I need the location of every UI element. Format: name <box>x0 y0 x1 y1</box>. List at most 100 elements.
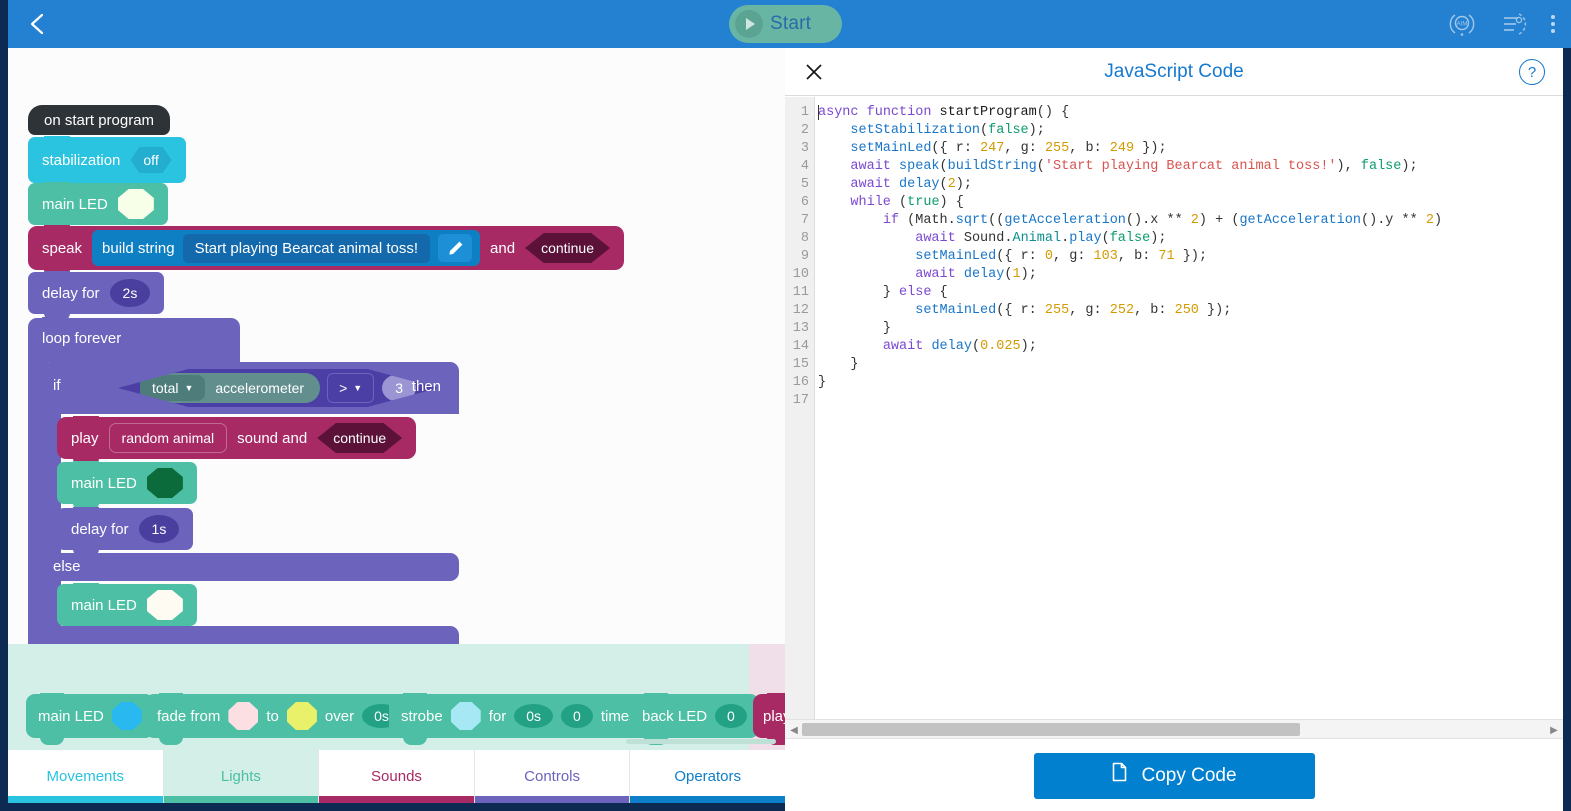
block-canvas[interactable]: on start program stabilization off main … <box>8 48 785 644</box>
line-number: 10 <box>792 267 809 282</box>
aim-icon[interactable]: AIM <box>1447 9 1477 39</box>
block-play-sound[interactable]: play random animal sound and continue <box>57 416 417 466</box>
play-sound-mode[interactable]: continue <box>317 423 403 453</box>
block-delay-2[interactable]: delay for 1s <box>57 507 194 557</box>
code-panel-footer: Copy Code <box>785 740 1563 811</box>
scroll-right-icon[interactable]: ▶ <box>1549 724 1559 736</box>
block-speak[interactable]: speak build string Start playing Bearcat… <box>28 225 624 277</box>
block-loop-forever[interactable]: loop forever <box>28 317 240 362</box>
palette-block-main-led[interactable]: main LED <box>26 693 154 745</box>
delay-value[interactable]: 1s <box>138 515 180 543</box>
color-swatch[interactable] <box>111 702 142 730</box>
sensor-metric-value: total <box>152 380 179 396</box>
palette-block-to-label: to <box>266 707 279 725</box>
line-number: 7 <box>800 213 809 228</box>
block-main-led-2[interactable]: main LED <box>57 461 197 511</box>
condition-operator-block[interactable]: total ▼ accelerometer > ▼ 3 <box>118 369 438 407</box>
block-if-header[interactable]: if total ▼ accelerometer > ▼ 3 then <box>41 361 459 414</box>
copy-code-label: Copy Code <box>1141 764 1237 786</box>
line-number: 8 <box>800 231 809 246</box>
top-toolbar: Start AIM <box>8 0 1571 48</box>
play-icon <box>735 10 763 38</box>
sensor-block[interactable]: total ▼ accelerometer <box>140 373 321 403</box>
arrow-left-icon[interactable] <box>22 7 56 41</box>
scrollbar-thumb[interactable] <box>802 723 1300 736</box>
tab-label: Operators <box>674 768 742 785</box>
palette-block-label: fade from <box>157 707 221 725</box>
tab-lights[interactable]: Lights <box>163 750 320 803</box>
line-number: 3 <box>800 141 809 156</box>
tab-controls[interactable]: Controls <box>474 750 631 803</box>
palette-block-for-label: for <box>488 707 507 725</box>
block-delay-1[interactable]: delay for 2s <box>28 271 165 321</box>
delay-value[interactable]: 2s <box>109 279 151 307</box>
palette-block-strobe[interactable]: strobe for 0s 0 times <box>389 693 649 745</box>
color-swatch[interactable] <box>146 468 183 498</box>
line-number: 1 <box>800 105 809 120</box>
if-close-bar <box>41 626 459 644</box>
copy-code-button[interactable]: Copy Code <box>1033 752 1315 799</box>
overflow-menu-icon[interactable] <box>1551 15 1555 33</box>
line-number: 6 <box>800 195 809 210</box>
tab-movements[interactable]: Movements <box>8 750 164 803</box>
block-label: speak <box>42 239 83 257</box>
chevron-down-icon: ▼ <box>353 383 363 393</box>
help-icon[interactable]: ? <box>1519 59 1545 85</box>
then-label: then <box>411 378 441 395</box>
operator-dropdown[interactable]: > ▼ <box>327 373 375 403</box>
start-button[interactable]: Start <box>729 5 842 43</box>
block-label: delay for <box>71 520 129 538</box>
color-swatch[interactable] <box>117 189 154 219</box>
start-button-label: Start <box>770 13 812 34</box>
color-swatch-to[interactable] <box>286 702 317 730</box>
palette-block-fade[interactable]: fade from to over 0s <box>145 693 413 745</box>
line-number: 5 <box>800 177 809 192</box>
pencil-icon[interactable] <box>438 234 473 262</box>
sensor-metric-dropdown[interactable]: total ▼ <box>140 375 206 401</box>
block-label: stabilization <box>42 151 121 169</box>
strobe-duration-value[interactable]: 0s <box>514 704 554 728</box>
palette-block-label: back LED <box>642 707 708 725</box>
color-swatch-from[interactable] <box>228 702 259 730</box>
code-panel-title: JavaScript Code <box>1104 60 1244 82</box>
tab-underline <box>163 796 319 803</box>
back-led-value[interactable]: 0 <box>715 704 747 728</box>
sensor-tuning-icon[interactable] <box>1499 9 1529 39</box>
block-main-led-1[interactable]: main LED <box>28 182 168 232</box>
close-icon[interactable] <box>801 59 827 85</box>
stabilization-value[interactable]: off <box>130 147 172 173</box>
tab-label: Controls <box>524 768 580 785</box>
block-on-start-program[interactable]: on start program <box>28 105 171 135</box>
block-main-led-3[interactable]: main LED <box>57 583 197 633</box>
category-tab-bar[interactable]: Movements Lights Sounds Controls Operato… <box>8 750 785 803</box>
line-number: 12 <box>792 303 809 318</box>
tab-sounds[interactable]: Sounds <box>319 750 475 803</box>
copy-icon <box>1111 762 1131 790</box>
strobe-count-value[interactable]: 0 <box>561 704 593 728</box>
chevron-down-icon: ▼ <box>184 383 194 393</box>
color-swatch[interactable] <box>450 702 481 730</box>
build-string-group[interactable]: build string Start playing Bearcat anima… <box>92 230 481 266</box>
operator-value: > <box>339 380 348 396</box>
tab-operators[interactable]: Operators <box>630 750 785 803</box>
color-swatch[interactable] <box>146 590 183 620</box>
scroll-left-icon[interactable]: ◀ <box>789 724 799 736</box>
code-text-area[interactable]: async function startProgram() { setStabi… <box>815 97 1563 719</box>
block-label: main LED <box>42 195 108 213</box>
speak-and-label: and <box>490 239 516 257</box>
palette-block-over-label: over <box>324 707 355 725</box>
block-stabilization[interactable]: stabilization off <box>28 136 186 190</box>
speak-mode-value[interactable]: continue <box>525 233 610 263</box>
code-horizontal-scrollbar[interactable]: ◀ ▶ <box>785 719 1563 739</box>
palette-block-back-led[interactable]: back LED 0 <box>630 693 759 745</box>
block-palette[interactable]: main LED fade from to over 0s strobe for… <box>8 644 801 750</box>
tab-underline <box>474 796 630 803</box>
code-editor[interactable]: 1 2 3 4 5 6 7 8 9 10 11 12 13 14 15 16 17 async function… <box>785 97 1563 719</box>
svg-text:AIM: AIM <box>1457 22 1468 28</box>
sound-name-value[interactable]: random animal <box>108 423 228 453</box>
speak-text-value[interactable]: Start playing Bearcat animal toss! <box>182 233 431 263</box>
tab-label: Sounds <box>371 768 422 785</box>
palette-scrollbar[interactable] <box>626 739 776 744</box>
tab-label: Movements <box>46 768 125 785</box>
block-else[interactable]: else <box>41 553 459 581</box>
